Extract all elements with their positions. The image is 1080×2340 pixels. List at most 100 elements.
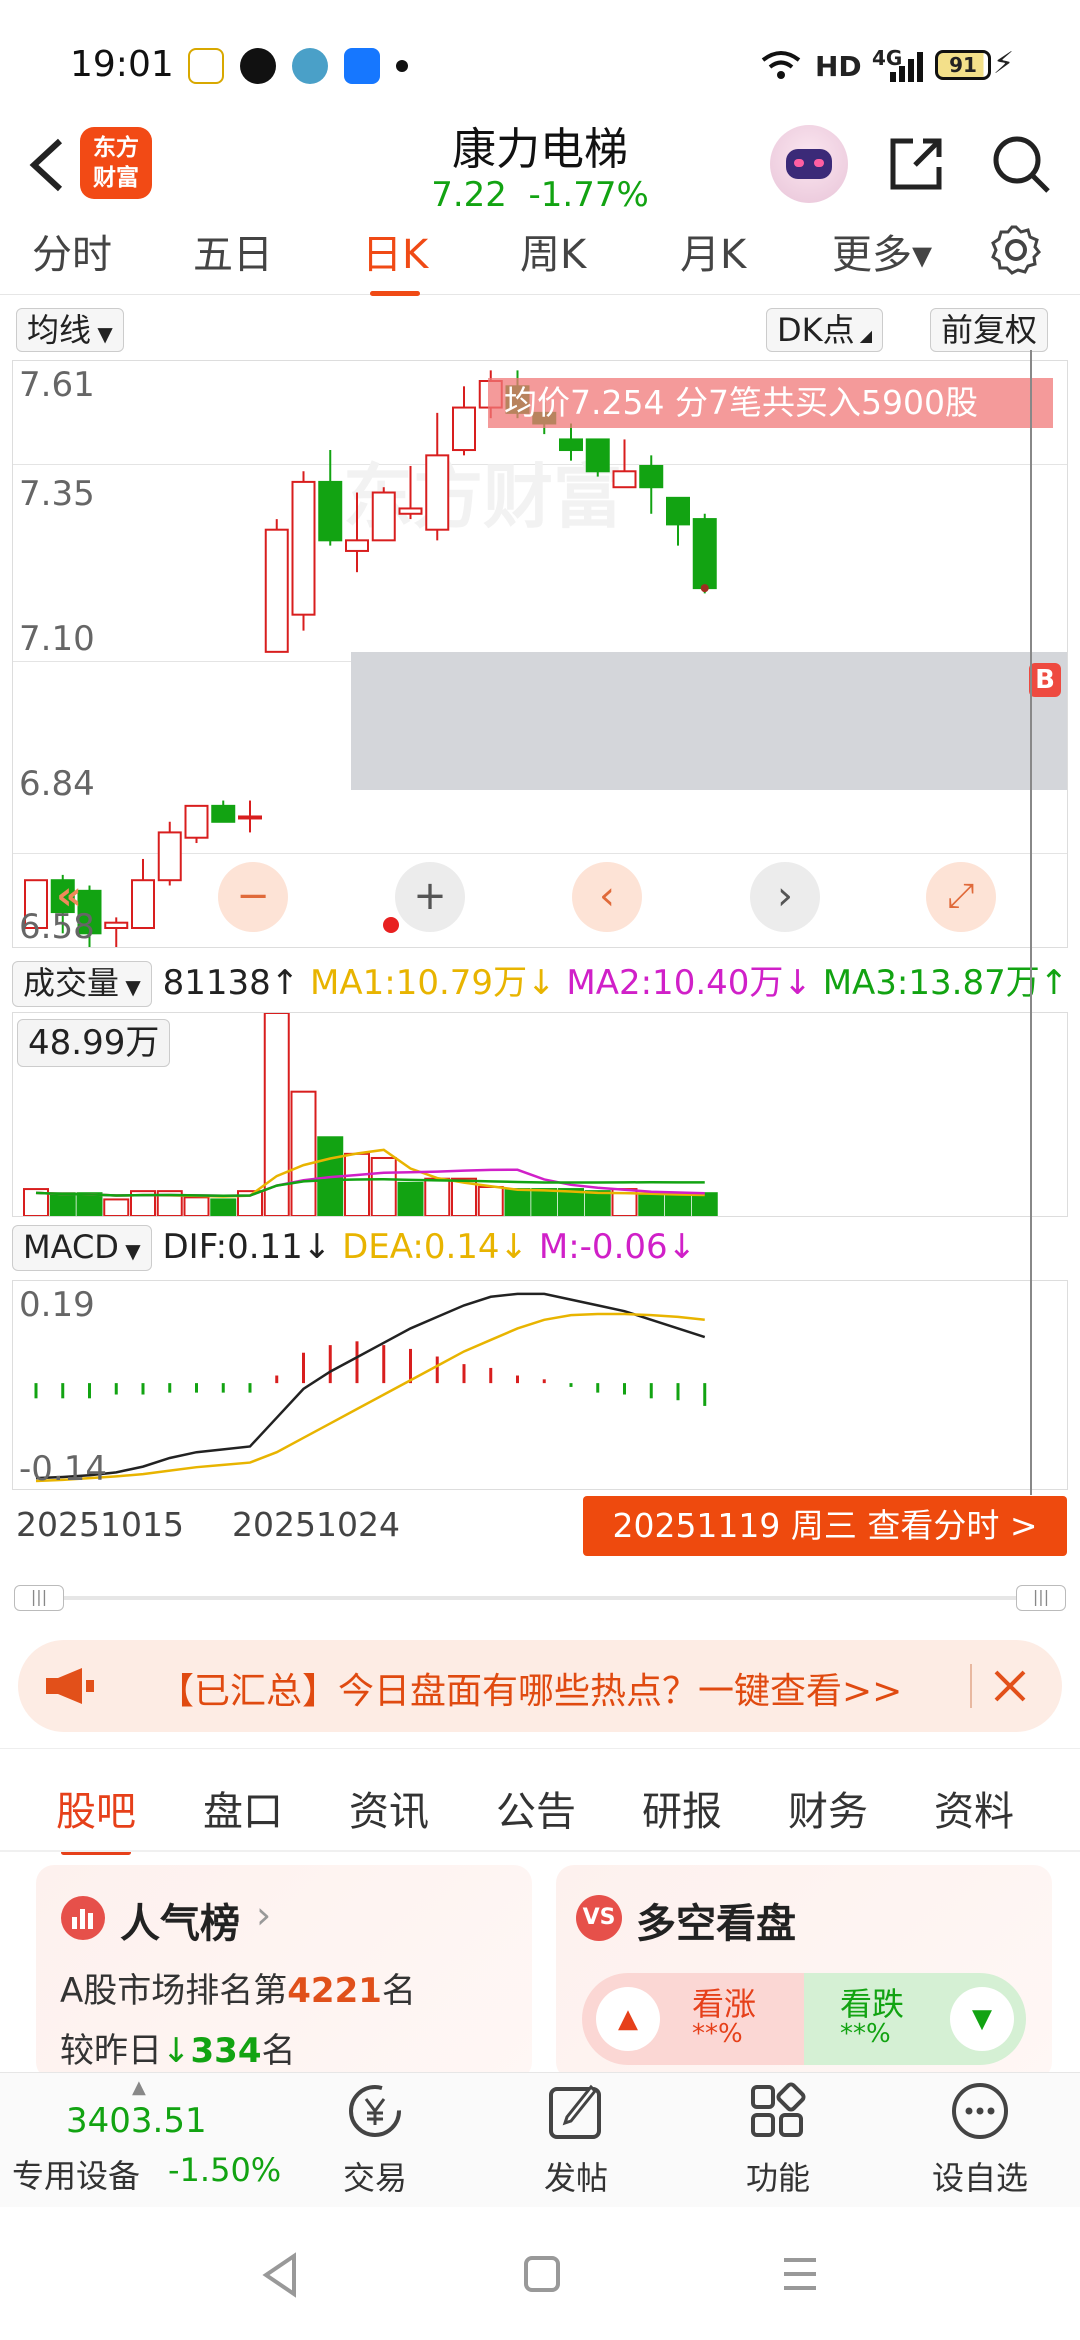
macd-chart[interactable]: 0.19 -0.14 (12, 1280, 1068, 1490)
volume-max-label: 48.99万 (17, 1019, 171, 1067)
volume-bar (424, 1177, 451, 1216)
tab-weekly-k[interactable]: 周K (520, 222, 586, 280)
alipay-icon (344, 48, 380, 84)
arrow-up-icon: ▲ (596, 1987, 660, 2051)
index-quote[interactable]: ▲ 3403.51 专用设备 -1.50% (0, 2073, 290, 2208)
tab-daily-k[interactable]: 日K (362, 222, 428, 296)
bear-percent: **% (840, 2019, 891, 2049)
scroll-start-icon[interactable]: « (34, 862, 104, 932)
volume-legend: 成交量 ▼ 81138↑ MA1:10.79万↓ MA2:10.40万↓ MA3… (12, 955, 1072, 1007)
adjust-mode-button[interactable]: 前复权 (930, 308, 1049, 352)
tab-monthly-k[interactable]: 月K (680, 222, 746, 280)
vs-icon: VS (576, 1895, 622, 1941)
tab-finance[interactable]: 财务 (788, 1779, 868, 1837)
chart-scrollbar[interactable]: ||| ||| (14, 1585, 1066, 1611)
dif-line (35, 1292, 706, 1480)
index-change: -1.50% (168, 2151, 282, 2189)
tab-announcements[interactable]: 公告 (496, 1779, 576, 1837)
volume-chart[interactable]: 48.99万 (12, 1012, 1068, 1217)
scroll-right-button[interactable]: › (750, 862, 820, 932)
post-button[interactable]: 发帖 (511, 2079, 641, 2199)
hotspot-banner[interactable]: 【已汇总】今日盘面有哪些热点？一键查看>> (18, 1640, 1062, 1732)
volume-plot (23, 1013, 718, 1216)
ma-selector-label: 均线 (27, 311, 92, 349)
tab-guba[interactable]: 股吧 (56, 1779, 136, 1855)
trade-button[interactable]: 交易 (310, 2079, 440, 2199)
battery-indicator: 91 (935, 50, 991, 80)
buy-marker[interactable]: B (1029, 663, 1061, 697)
features-label: 功能 (745, 2159, 810, 2197)
charging-icon: ⚡ (993, 46, 1015, 81)
arrow-down-icon: ▼ (950, 1987, 1014, 2051)
bear-button[interactable]: 看跌 **% ▼ (804, 1973, 1026, 2065)
crosshair-line (1030, 350, 1032, 1495)
features-button[interactable]: 功能 (713, 2079, 843, 2199)
scroll-handle-right[interactable]: ||| (1016, 1585, 1066, 1611)
add-watchlist-button[interactable]: 设自选 (915, 2079, 1045, 2199)
volume-bar (210, 1198, 237, 1216)
y-axis-label: 7.10 (19, 619, 95, 659)
gear-icon[interactable] (990, 224, 1042, 276)
volume-bar (584, 1190, 611, 1216)
indicator-selector[interactable]: 成交量 ▼ (12, 961, 152, 1007)
popularity-card[interactable]: 人气榜 › A股市场排名第4221名 较昨日↓334名 (36, 1865, 532, 2080)
tab-research[interactable]: 研报 (642, 1779, 722, 1837)
candle (104, 917, 129, 947)
view-intraday-button[interactable]: 20251119 周三 查看分时 > (583, 1496, 1067, 1556)
candle (692, 513, 717, 594)
stock-header: 东方 财富 康力电梯 7.22 -1.77% (0, 105, 1080, 230)
close-icon[interactable] (990, 1666, 1030, 1706)
candle (345, 492, 369, 573)
period-tabs: 分时 五日 日K 周K 月K 更多▾ (0, 220, 1080, 296)
nav-menu-icon[interactable] (778, 2254, 822, 2294)
zoom-out-button[interactable]: − (218, 862, 288, 932)
yuan-icon (349, 2085, 401, 2137)
candle (398, 465, 423, 520)
tab-profile[interactable]: 资料 (934, 1779, 1014, 1837)
ma-selector[interactable]: 均线 ▼ (16, 308, 124, 352)
chevron-down-icon: ▼ (91, 322, 113, 346)
tab-more[interactable]: 更多▾ (832, 222, 932, 280)
event-dot (383, 917, 399, 933)
rank-number: 4221 (287, 1971, 382, 2011)
y-axis-label: 6.84 (19, 764, 95, 804)
scroll-left-button[interactable]: ‹ (572, 862, 642, 932)
macd-selector[interactable]: MACD ▼ (12, 1225, 152, 1271)
kline-chart[interactable]: 东方财富 7.61 7.35 7.10 6.84 6.58 B (12, 360, 1068, 948)
popularity-change: 较昨日↓334名 (60, 2023, 295, 2072)
fullscreen-icon[interactable]: ⤢ (926, 862, 996, 932)
date-label: 20251024 (232, 1505, 400, 1544)
assistant-robot-icon[interactable] (770, 125, 848, 203)
change-prefix: 较昨日 (60, 2031, 162, 2071)
tab-news[interactable]: 资讯 (349, 1779, 429, 1837)
scroll-handle-left[interactable]: ||| (14, 1585, 64, 1611)
dk-point-button[interactable]: DK点 ◢ (766, 308, 884, 352)
arrow-down-icon: ↓ (162, 2031, 191, 2071)
m-value: M:-0.06↓ (538, 1227, 697, 1267)
ma1-value: MA1:10.79万↓ (310, 963, 556, 1003)
dea-line (35, 1312, 705, 1483)
tab-five-day[interactable]: 五日 (193, 222, 273, 280)
nav-home-icon[interactable] (520, 2252, 564, 2296)
macd-plot (34, 1292, 707, 1483)
zoom-in-button[interactable]: + (395, 862, 465, 932)
browser-icon (292, 48, 328, 84)
candle (371, 487, 396, 542)
volume-bar (691, 1192, 718, 1216)
share-icon[interactable] (885, 133, 947, 195)
tab-intraday[interactable]: 分时 (32, 222, 112, 280)
change-number: 334 (190, 2031, 262, 2071)
trade-label: 交易 (342, 2159, 407, 2197)
search-icon[interactable] (990, 133, 1052, 195)
volume-bar (49, 1192, 76, 1216)
candle (559, 423, 583, 461)
tab-pankou[interactable]: 盘口 (203, 1779, 283, 1837)
y-axis-label: 7.35 (19, 474, 95, 514)
popularity-title: 人气榜 (120, 1901, 240, 1947)
candle (184, 804, 209, 844)
bull-bear-card[interactable]: VS 多空看盘 ▲ 看涨 **% 看跌 **% ▼ (556, 1865, 1052, 2080)
popularity-rank: A股市场排名第4221名 (60, 1963, 416, 2012)
nav-back-icon[interactable] (258, 2250, 302, 2300)
volume-bar (290, 1090, 317, 1216)
bull-button[interactable]: ▲ 看涨 **% (582, 1973, 804, 2065)
